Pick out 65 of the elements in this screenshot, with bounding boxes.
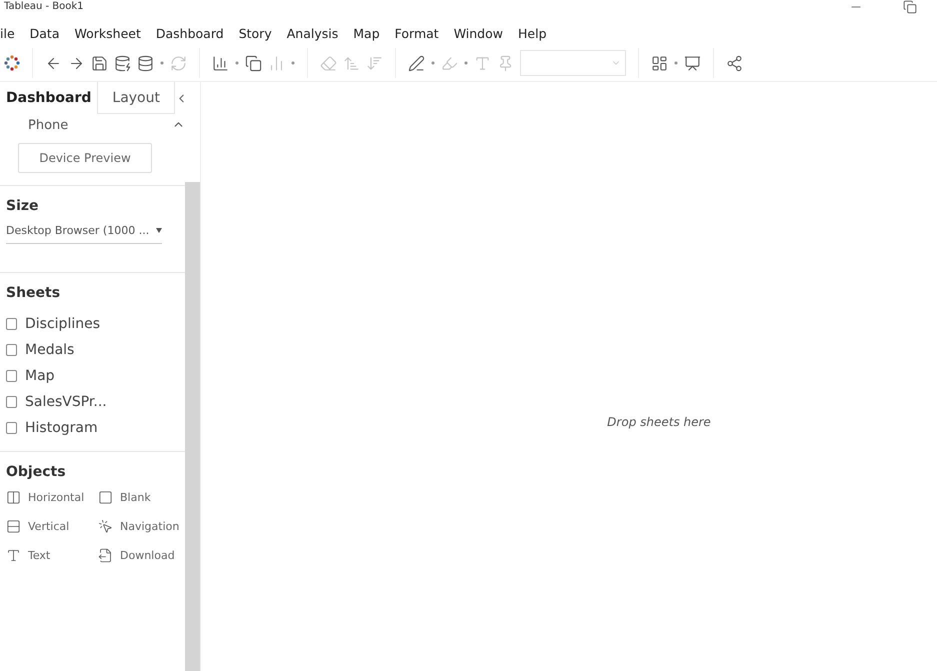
section-title: Size (6, 198, 40, 214)
sheet-item[interactable]: Map (25, 368, 55, 384)
label-icon[interactable] (474, 54, 491, 72)
presentation-icon[interactable] (684, 54, 701, 72)
dropdown-dot-icon[interactable] (235, 61, 239, 65)
dropdown-dot-icon[interactable] (160, 61, 164, 65)
sheet-icon (6, 370, 17, 382)
save-icon[interactable] (91, 54, 108, 72)
restore-icon[interactable] (903, 0, 917, 14)
sheet-icon (6, 422, 17, 434)
dropdown-dot-icon[interactable] (464, 61, 468, 65)
size-dropdown[interactable]: Desktop Browser (1000 ... (6, 224, 162, 244)
duplicate-icon[interactable] (245, 54, 262, 72)
device-label: Phone (28, 118, 68, 133)
device-preview-button[interactable]: Device Preview (18, 143, 152, 173)
menu-item[interactable]: Story (238, 26, 272, 40)
sheet-item[interactable]: Medals (25, 342, 74, 358)
object-item[interactable]: Navigation (120, 520, 180, 533)
section-title: Sheets (6, 285, 62, 301)
download-object-icon (98, 548, 113, 563)
sheet-icon (6, 396, 17, 408)
menu-item[interactable]: Worksheet (74, 26, 141, 40)
section-title: Objects (6, 464, 67, 480)
sheet-item[interactable]: Histogram (25, 420, 98, 436)
sheet-item[interactable]: SalesVSPr... (25, 394, 107, 410)
vertical-object-icon (6, 519, 21, 534)
scrollbar-thumb[interactable] (185, 182, 200, 671)
navigation-object-icon (98, 519, 113, 534)
sort-descending-icon[interactable] (366, 54, 383, 72)
panel-tab[interactable]: Layout (97, 82, 175, 114)
menu-item[interactable]: Map (353, 26, 380, 40)
caret-icon (156, 228, 162, 233)
dropdown-dot-icon[interactable] (674, 61, 678, 65)
refresh-icon[interactable] (170, 54, 187, 72)
horizontal-object-icon (6, 490, 21, 505)
highlighter-icon[interactable] (441, 54, 458, 72)
cards-icon[interactable] (651, 54, 668, 72)
new-sheet-icon[interactable] (212, 54, 229, 72)
sheet-icon (6, 344, 17, 356)
menu-item[interactable]: Data (30, 26, 60, 40)
menu-item[interactable]: ile (0, 26, 15, 40)
object-item[interactable]: Horizontal (28, 491, 84, 504)
sheet-icon (6, 318, 17, 330)
blank-object-icon (98, 490, 113, 505)
sort-ascending-icon[interactable] (343, 54, 360, 72)
database-icon[interactable] (137, 54, 154, 72)
pen-icon[interactable] (408, 54, 425, 72)
object-item[interactable]: Download (120, 549, 175, 562)
logo-icon[interactable] (4, 55, 20, 71)
object-item[interactable]: Vertical (28, 520, 70, 533)
object-item[interactable]: Blank (120, 491, 151, 504)
menu-item[interactable]: Dashboard (156, 26, 224, 40)
menu-item[interactable]: Analysis (286, 26, 338, 40)
text-object-icon (6, 548, 21, 563)
menu-item[interactable]: Help (518, 26, 546, 40)
dropdown-dot-icon[interactable] (291, 61, 295, 65)
window-title: Tableau - Book1 (4, 1, 84, 12)
dropdown-dot-icon[interactable] (431, 61, 435, 65)
drop-hint: Drop sheets here (607, 414, 711, 428)
pin-icon[interactable] (497, 54, 514, 72)
menu-item[interactable]: Format (394, 26, 439, 40)
object-item[interactable]: Text (28, 549, 50, 562)
share-icon[interactable] (726, 54, 743, 72)
menu-item[interactable]: Window (454, 26, 503, 40)
sheet-item[interactable]: Disciplines (25, 316, 100, 332)
